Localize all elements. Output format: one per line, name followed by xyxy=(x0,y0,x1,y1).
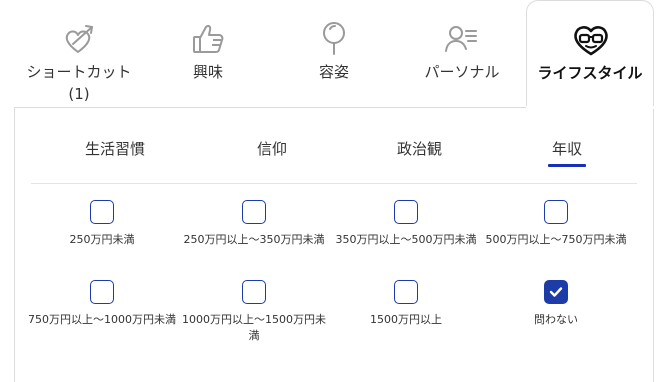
cupid-arrow-heart-icon xyxy=(59,20,99,58)
subtab-religion-label: 信仰 xyxy=(257,140,288,158)
lifestyle-panel: 生活習慣 信仰 政治観 年収 250万円未満 250万円以上〜350万円未満 3… xyxy=(14,107,654,382)
subtab-politics[interactable]: 政治観 xyxy=(397,138,442,159)
active-subtab-underline xyxy=(548,164,587,167)
subtab-habits[interactable]: 生活習慣 xyxy=(85,138,145,159)
subtab-bar: 生活習慣 信仰 政治観 年収 xyxy=(31,108,637,184)
subtab-income[interactable]: 年収 xyxy=(548,138,587,167)
income-checkbox[interactable] xyxy=(544,200,568,224)
tab-lifestyle[interactable]: ライフスタイル xyxy=(526,0,654,108)
tab-interests-label: 興味 xyxy=(192,63,223,81)
income-option-label: 1500万円以上 xyxy=(370,313,442,326)
income-checkbox[interactable] xyxy=(242,280,266,304)
income-option: 500万円以上〜750万円未満 xyxy=(481,200,631,248)
active-tab-joiner xyxy=(526,106,654,109)
income-option: 750万円以上〜1000万円未満 xyxy=(27,280,177,328)
income-option-label: 問わない xyxy=(534,313,578,326)
tab-personal[interactable]: パーソナル xyxy=(392,0,532,108)
tab-personal-label: パーソナル xyxy=(424,63,500,81)
income-option-label: 500万円以上〜750万円未満 xyxy=(485,233,627,246)
income-option: 1000万円以上〜1500万円未満 xyxy=(179,280,329,344)
income-checkbox[interactable] xyxy=(544,280,568,304)
tab-shortcut-label: ショートカット (1) xyxy=(26,63,132,103)
income-option-label: 250万円未満 xyxy=(69,233,135,246)
subtab-income-label: 年収 xyxy=(552,140,583,158)
subtab-habits-label: 生活習慣 xyxy=(85,140,146,158)
income-checkbox[interactable] xyxy=(90,280,114,304)
tab-lifestyle-label: ライフスタイル xyxy=(537,64,643,82)
income-checkbox[interactable] xyxy=(242,200,266,224)
tab-appearance-label: 容姿 xyxy=(318,63,349,81)
tab-interests[interactable]: 興味 xyxy=(138,0,278,108)
income-option: 250万円以上〜350万円未満 xyxy=(179,200,329,248)
income-option: 350万円以上〜500万円未満 xyxy=(331,200,481,248)
income-option-label: 350万円以上〜500万円未満 xyxy=(335,233,477,246)
income-checkbox[interactable] xyxy=(394,200,418,224)
income-option-label: 250万円以上〜350万円未満 xyxy=(183,233,325,246)
income-checkbox[interactable] xyxy=(394,280,418,304)
tab-appearance[interactable]: 容姿 xyxy=(264,0,404,108)
heart-glasses-icon xyxy=(571,21,611,59)
checkmark-icon xyxy=(549,287,563,297)
income-option: 問わない xyxy=(481,280,631,328)
income-option: 1500万円以上 xyxy=(331,280,481,328)
hand-mirror-icon xyxy=(314,20,354,58)
subtab-politics-label: 政治観 xyxy=(397,140,443,158)
income-option-label: 1000万円以上〜1500万円未満 xyxy=(182,313,326,342)
subtab-religion[interactable]: 信仰 xyxy=(257,138,287,159)
main-tab-bar: ショートカット (1) 興味 容姿 パーソナル ライフスタイル xyxy=(0,0,668,108)
person-list-icon xyxy=(442,20,482,58)
income-checkbox[interactable] xyxy=(90,200,114,224)
income-option: 250万円未満 xyxy=(27,200,177,248)
tab-shortcut[interactable]: ショートカット (1) xyxy=(0,0,158,108)
income-option-label: 750万円以上〜1000万円未満 xyxy=(28,313,176,326)
thumbs-up-icon xyxy=(188,20,228,58)
